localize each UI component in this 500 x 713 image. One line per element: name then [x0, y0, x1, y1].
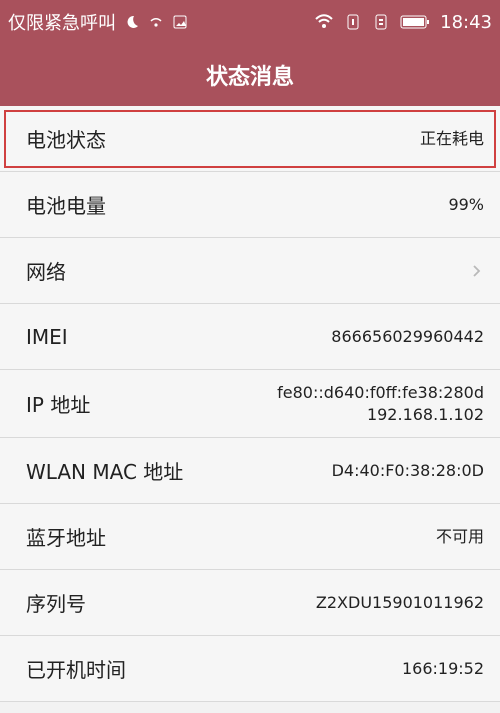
- value-imei: 866656029960442: [331, 326, 484, 346]
- row-imei[interactable]: IMEI 866656029960442: [0, 304, 500, 370]
- value-uptime: 166:19:52: [401, 658, 484, 678]
- row-uptime[interactable]: 已开机时间 166:19:52: [0, 636, 500, 702]
- app-header: 状态消息: [0, 44, 500, 106]
- sim1-icon: [344, 13, 362, 31]
- chevron-right-icon: [468, 263, 484, 279]
- row-bluetooth-address[interactable]: 蓝牙地址 不可用: [0, 504, 500, 570]
- row-battery-level[interactable]: 电池电量 99%: [0, 172, 500, 238]
- label-serial-number: 序列号: [26, 592, 86, 616]
- value-battery-status: 正在耗电: [419, 128, 484, 148]
- sim2-icon: [372, 13, 390, 31]
- label-bluetooth-address: 蓝牙地址: [26, 526, 106, 550]
- status-list: 电池状态 正在耗电 电池电量 99% 网络 IMEI 8666560299604…: [0, 106, 500, 702]
- row-network[interactable]: 网络: [0, 238, 500, 304]
- label-battery-level: 电池电量: [26, 194, 106, 218]
- value-ip-line2: 192.168.1.102: [366, 404, 484, 424]
- label-ip-address: IP 地址: [26, 393, 91, 417]
- value-battery-level: 99%: [448, 194, 484, 214]
- wifi-weak-icon: [148, 14, 164, 30]
- label-wlan-mac: WLAN MAC 地址: [26, 460, 184, 484]
- label-imei: IMEI: [26, 324, 68, 349]
- value-bluetooth-address: 不可用: [435, 526, 484, 546]
- page-title: 状态消息: [205, 65, 294, 90]
- row-ip-address[interactable]: IP 地址 fe80::d640:f0ff:fe38:280d 192.168.…: [0, 370, 500, 438]
- emergency-calls-text: 仅限紧急呼叫: [8, 13, 116, 34]
- label-uptime: 已开机时间: [26, 658, 126, 682]
- label-network: 网络: [26, 260, 66, 284]
- value-wlan-mac: D4:40:F0:38:28:0D: [331, 460, 484, 480]
- row-wlan-mac[interactable]: WLAN MAC 地址 D4:40:F0:38:28:0D: [0, 438, 500, 504]
- row-battery-status[interactable]: 电池状态 正在耗电: [0, 106, 500, 172]
- image-icon: [172, 14, 188, 30]
- status-time: 18:43: [440, 11, 492, 33]
- battery-icon: [400, 14, 430, 30]
- value-ip-line1: fe80::d640:f0ff:fe38:280d: [277, 382, 484, 402]
- value-serial-number: Z2XDU15901011962: [315, 592, 484, 612]
- wifi-icon: [314, 13, 334, 31]
- label-battery-status: 电池状态: [26, 128, 106, 152]
- value-ip-address: fe80::d640:f0ff:fe38:280d 192.168.1.102: [277, 382, 484, 426]
- status-bar: 仅限紧急呼叫 18:43: [0, 0, 500, 44]
- row-serial-number[interactable]: 序列号 Z2XDU15901011962: [0, 570, 500, 636]
- moon-icon: [124, 14, 140, 30]
- status-left: 仅限紧急呼叫: [8, 9, 188, 35]
- status-right: 18:43: [314, 12, 492, 33]
